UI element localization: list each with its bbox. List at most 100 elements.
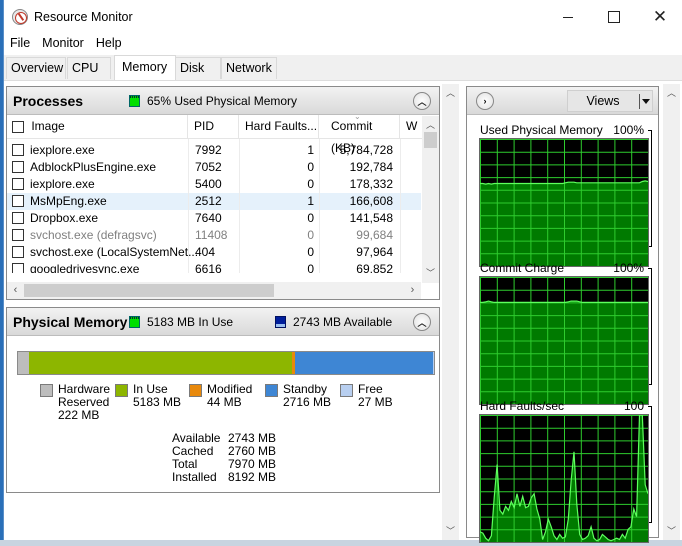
physical-memory-collapse-button[interactable]: ︿ — [413, 313, 431, 331]
menu-monitor[interactable]: Monitor — [36, 34, 89, 54]
legend-text: In Use 5183 MB — [133, 383, 181, 409]
process-checkbox[interactable] — [12, 161, 24, 173]
processes-horizontal-scrollbar[interactable]: ‹ › — [7, 282, 421, 299]
graph-max-label: 100 — [623, 399, 644, 413]
tab-overview[interactable]: Overview — [6, 57, 66, 79]
graph-pane-toggle-button[interactable]: › — [476, 92, 494, 110]
process-image: iexplore.exe — [30, 143, 95, 157]
memory-bar-segment-standby — [294, 352, 433, 374]
process-row[interactable]: AdblockPlusEngine.exe 7052 0 192,784 — [7, 159, 421, 176]
process-checkbox[interactable] — [12, 263, 24, 273]
tab-strip: Overview CPU Memory Disk Network — [4, 55, 682, 81]
scroll-left-icon[interactable]: ‹ — [7, 284, 24, 296]
scroll-up-icon[interactable]: ︿ — [442, 86, 459, 99]
process-commit: 141,548 — [349, 211, 393, 225]
in-use-status-text: 5183 MB In Use — [147, 315, 234, 329]
process-commit: 192,784 — [349, 160, 393, 174]
scroll-down-icon[interactable]: ﹀ — [442, 524, 459, 537]
process-checkbox[interactable] — [12, 212, 24, 224]
process-hard-faults: 1 — [307, 143, 314, 157]
column-hard-faults[interactable]: Hard Faults... — [239, 115, 319, 139]
scroll-right-icon[interactable]: › — [404, 284, 421, 296]
menu-file[interactable]: File — [4, 34, 35, 54]
process-hard-faults: 0 — [307, 160, 314, 174]
dropdown-caret-icon[interactable] — [642, 99, 650, 104]
processes-vertical-thumb[interactable] — [424, 132, 437, 148]
process-pid: 7052 — [195, 160, 222, 174]
tab-memory[interactable]: Memory — [114, 55, 176, 80]
maximize-button[interactable] — [591, 0, 637, 34]
process-row[interactable]: iexplore.exe 5400 0 178,332 — [7, 176, 421, 193]
views-dropdown[interactable]: Views — [567, 90, 653, 112]
select-all-checkbox[interactable] — [12, 120, 24, 133]
processes-vertical-scrollbar[interactable]: ︿ ﹀ — [422, 116, 439, 283]
sort-descending-icon: ⌄ — [354, 112, 361, 121]
views-separator — [639, 94, 640, 109]
scroll-down-icon[interactable]: ﹀ — [663, 524, 680, 537]
process-hard-faults: 0 — [307, 228, 314, 242]
physical-memory-title: Physical Memory — [13, 314, 128, 330]
column-separator — [239, 139, 240, 273]
process-checkbox[interactable] — [12, 195, 24, 207]
chevron-up-icon: ︿ — [417, 96, 427, 107]
tab-disk[interactable]: Disk — [175, 57, 221, 79]
legend-line: 27 MB — [358, 395, 393, 409]
process-checkbox[interactable] — [12, 178, 24, 190]
legend-text: Modified 44 MB — [207, 383, 252, 409]
processes-section: Processes 65% Used Physical Memory ︿ Ima… — [6, 86, 440, 300]
column-image[interactable]: Image — [7, 115, 188, 139]
process-row[interactable]: MsMpEng.exe 2512 1 166,608 — [7, 193, 421, 210]
processes-horizontal-thumb[interactable] — [24, 284, 274, 297]
close-button[interactable]: ✕ — [637, 0, 682, 34]
process-pid: 6616 — [195, 262, 222, 273]
process-row[interactable]: googledrivesync.exe 6616 0 69,852 — [7, 261, 421, 273]
column-pid[interactable]: PID — [188, 115, 239, 139]
process-row[interactable]: svchost.exe (defragsvc) 11408 0 99,684 — [7, 227, 421, 244]
process-checkbox[interactable] — [12, 246, 24, 258]
column-separator — [188, 139, 189, 273]
physical-memory-header[interactable]: Physical Memory 5183 MB In Use 2743 MB A… — [7, 308, 439, 336]
process-hard-faults: 0 — [307, 245, 314, 259]
graph-canvas — [479, 276, 649, 405]
scroll-down-icon[interactable]: ﹀ — [422, 266, 439, 279]
resource-monitor-window: Resource Monitor ✕ File Monitor Help Ove… — [3, 0, 682, 543]
legend-line: 5183 MB — [133, 395, 182, 409]
legend-color-swatch — [189, 384, 202, 397]
column-commit[interactable]: ⌄ Commit (KB) — [319, 112, 400, 155]
graph-title: Commit Charge — [480, 261, 565, 275]
views-label: Views — [586, 94, 620, 108]
left-pane-scrollbar[interactable]: ︿ ﹀ — [442, 84, 459, 540]
process-image: svchost.exe (defragsvc) — [30, 228, 157, 242]
graph-title: Used Physical Memory — [480, 123, 603, 137]
legend-color-swatch — [340, 384, 353, 397]
process-row[interactable]: iexplore.exe 7992 1 5,784,728 — [7, 142, 421, 159]
in-use-indicator-icon — [129, 316, 140, 328]
minimize-button[interactable] — [545, 0, 591, 34]
tab-network[interactable]: Network — [221, 57, 277, 79]
graph-max-label: 100% — [613, 123, 644, 137]
legend-text: Standby 2716 MB — [283, 383, 331, 409]
processes-title: Processes — [13, 93, 84, 109]
process-checkbox[interactable] — [12, 144, 24, 156]
scroll-up-icon[interactable]: ︿ — [422, 118, 439, 131]
tab-cpu[interactable]: CPU — [67, 57, 111, 79]
menu-bar: File Monitor Help — [4, 34, 682, 54]
in-use-status: 5183 MB In Use — [129, 315, 233, 329]
processes-header[interactable]: Processes 65% Used Physical Memory ︿ — [7, 87, 439, 115]
chevron-right-icon: › — [483, 96, 487, 106]
process-commit: 99,684 — [356, 228, 393, 242]
title-bar[interactable]: Resource Monitor ✕ — [4, 0, 682, 34]
scroll-up-icon[interactable]: ︿ — [663, 86, 680, 99]
process-pid: 404 — [195, 245, 216, 259]
column-working-set[interactable]: W — [400, 115, 421, 139]
graph-max-label: 100% — [613, 261, 644, 275]
processes-status-text: 65% Used Physical Memory — [147, 94, 298, 108]
menu-help[interactable]: Help — [90, 34, 127, 54]
graph-pane-scrollbar[interactable]: ︿ ﹀ — [663, 84, 680, 540]
process-checkbox[interactable] — [12, 229, 24, 241]
processes-status: 65% Used Physical Memory — [129, 94, 297, 108]
process-row[interactable]: Dropbox.exe 7640 0 141,548 — [7, 210, 421, 227]
memory-stat-label: Installed — [172, 470, 217, 484]
processes-collapse-button[interactable]: ︿ — [413, 92, 431, 110]
process-row[interactable]: svchost.exe (LocalSystemNet... 404 0 97,964 — [7, 244, 421, 261]
